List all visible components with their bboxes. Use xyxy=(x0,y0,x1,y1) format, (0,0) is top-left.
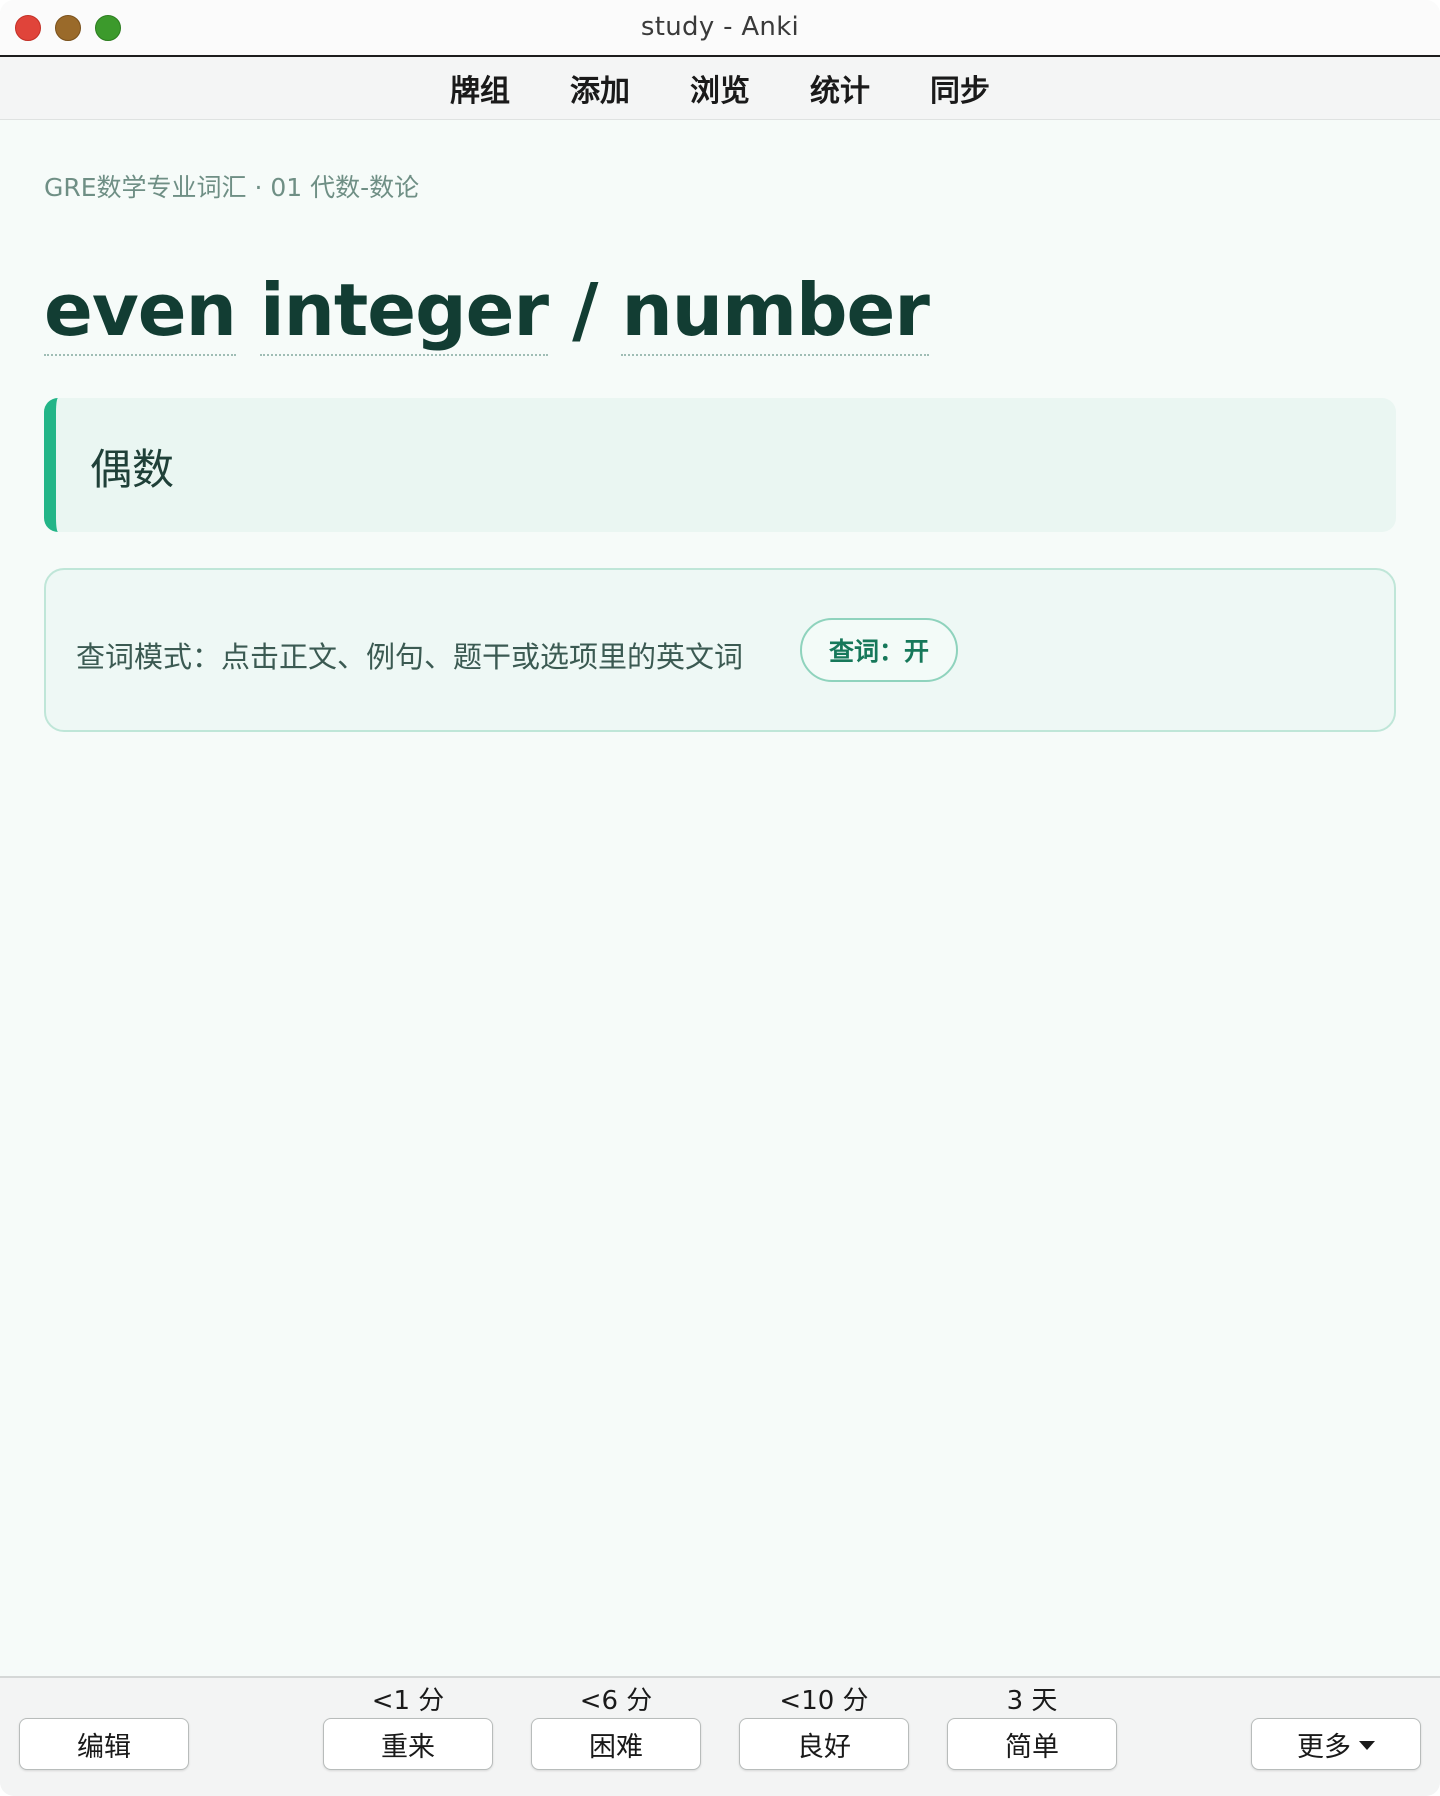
toolbar-sync-link[interactable]: 同步 xyxy=(928,66,992,110)
hard-button[interactable]: 困难 xyxy=(531,1718,701,1770)
edit-button[interactable]: 编辑 xyxy=(19,1718,189,1770)
anki-window: study - Anki 牌组 添加 浏览 统计 同步 GRE数学专业词汇 · … xyxy=(0,0,1440,1796)
good-interval: <10 分 xyxy=(779,1686,869,1716)
toolbar-stats-link[interactable]: 统计 xyxy=(808,66,872,110)
good-button[interactable]: 良好 xyxy=(739,1718,909,1770)
term-word[interactable]: even xyxy=(44,268,237,356)
lookup-mode-box: 查词模式：点击正文、例句、题干或选项里的英文词 查词：开 xyxy=(44,568,1396,732)
toolbar-add-link[interactable]: 添加 xyxy=(568,66,632,110)
caret-down-icon xyxy=(1359,1741,1375,1750)
window-title: study - Anki xyxy=(640,12,800,42)
term-separator: / xyxy=(572,268,598,352)
main-toolbar: 牌组 添加 浏览 统计 同步 xyxy=(0,57,1440,120)
hard-interval: <6 分 xyxy=(579,1686,653,1716)
again-interval: <1 分 xyxy=(371,1686,445,1716)
definition-box: 偶数 xyxy=(44,398,1396,532)
term-word[interactable]: integer xyxy=(259,268,549,356)
easy-interval: 3 天 xyxy=(1006,1686,1058,1716)
more-button[interactable]: 更多 xyxy=(1251,1718,1421,1770)
more-label: 更多 xyxy=(1297,1731,1351,1763)
definition-text: 偶数 xyxy=(90,445,175,494)
term-heading: even integer / number xyxy=(44,268,930,356)
term-word[interactable]: number xyxy=(621,268,930,356)
lookup-toggle-button[interactable]: 查词：开 xyxy=(800,618,958,682)
deck-breadcrumb: GRE数学专业词汇 · 01 代数-数论 xyxy=(44,173,420,202)
lookup-mode-hint: 查词模式：点击正文、例句、题干或选项里的英文词 xyxy=(76,640,744,674)
toolbar-decks-link[interactable]: 牌组 xyxy=(448,66,512,110)
easy-button[interactable]: 简单 xyxy=(947,1718,1117,1770)
answer-bar: 编辑 <1 分 重来 <6 分 困难 <10 分 良好 3 天 简单 更多 xyxy=(0,1676,1440,1796)
again-button[interactable]: 重来 xyxy=(323,1718,493,1770)
toolbar-browse-link[interactable]: 浏览 xyxy=(688,66,752,110)
title-bar: study - Anki xyxy=(0,0,1440,57)
